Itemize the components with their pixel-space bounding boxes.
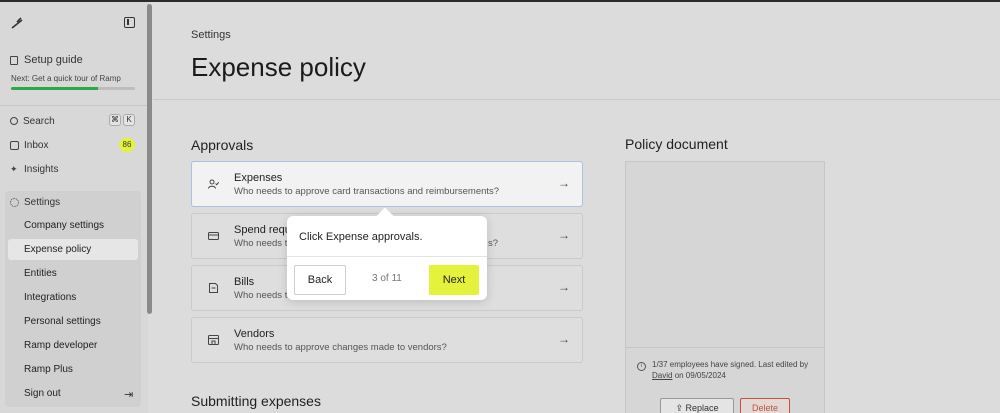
sidebar-item-label: Settings (24, 196, 61, 208)
sidebar-item-label: Inbox (24, 139, 49, 151)
back-button[interactable]: Back (294, 265, 346, 295)
tour-popover: Click Expense approvals. Back 3 of 11 Ne… (287, 207, 487, 300)
gear-icon (10, 197, 19, 207)
policy-signature-info: 1/37 employees have signed. Last edited … (652, 359, 820, 381)
setup-next-step: Next: Get a quick tour of Ramp (11, 74, 121, 83)
sidebar-item-entities[interactable]: Entities (24, 264, 57, 284)
ramp-logo-icon[interactable] (10, 16, 24, 30)
policy-info-panel: i 1/37 employees have signed. Last edite… (625, 348, 825, 413)
credit-card-icon (208, 232, 219, 240)
sidebar-item-label: Search (23, 115, 55, 127)
setup-progress-bar (11, 87, 135, 90)
delete-button[interactable]: Delete (740, 398, 790, 413)
shortcut-cmd-key: ⌘ (109, 114, 121, 126)
sidebar-item-settings[interactable]: Settings (10, 194, 60, 210)
sign-out-icon[interactable]: ⇥ (124, 388, 133, 401)
arrow-right-icon: → (558, 176, 570, 190)
card-title: Spend requ (234, 224, 291, 236)
upload-icon: ⇪ (675, 403, 683, 413)
step-counter: 3 of 11 (372, 273, 402, 284)
expenses-approval-card[interactable]: Expenses Who needs to approve card trans… (191, 161, 583, 207)
sidebar-scrollbar[interactable] (147, 4, 152, 314)
bill-icon (209, 283, 218, 293)
sidebar-item-sign-out[interactable]: Sign out (24, 384, 61, 404)
card-description: Who needs to (234, 290, 293, 301)
replace-button[interactable]: ⇪ Replace (660, 398, 734, 413)
sidebar-divider (0, 105, 148, 106)
policy-document-preview[interactable] (625, 161, 825, 348)
sidebar-item-ramp-plus[interactable]: Ramp Plus (24, 360, 73, 380)
approvals-section-title: Approvals (191, 137, 254, 153)
arrow-right-icon: → (558, 280, 570, 294)
sidebar-item-expense-policy[interactable]: Expense policy (24, 240, 91, 260)
policy-document-title: Policy document (625, 136, 728, 152)
sidebar-item-label: Insights (24, 163, 59, 175)
sidebar-item-personal-settings[interactable]: Personal settings (24, 312, 101, 332)
sidebar-item-integrations[interactable]: Integrations (24, 288, 76, 308)
sidebar-item-insights[interactable]: ✦ Insights (10, 161, 58, 177)
arrow-right-icon: → (558, 332, 570, 346)
signature-status-text: 1/37 employees have signed. Last edited … (652, 360, 809, 369)
card-title: Bills (234, 276, 255, 288)
card-description-tail: s? (488, 238, 499, 249)
vendors-approval-card[interactable]: Vendors Who needs to approve changes mad… (191, 317, 583, 363)
inbox-count-badge: 86 (119, 138, 135, 152)
popover-divider (287, 256, 487, 257)
card-title: Expenses (234, 172, 283, 184)
inbox-icon (10, 140, 19, 150)
card-description: Who needs to (234, 238, 293, 249)
collapse-sidebar-icon[interactable] (124, 17, 135, 28)
search-icon (10, 117, 18, 125)
setup-progress-fill (11, 87, 98, 90)
popover-instruction: Click Expense approvals. (299, 231, 423, 243)
user-check-icon (208, 179, 219, 189)
breadcrumb[interactable]: Settings (191, 29, 231, 41)
arrow-right-icon: → (558, 228, 570, 242)
edit-date: on 09/05/2024 (674, 371, 726, 380)
next-button[interactable]: Next (429, 265, 479, 295)
storefront-icon (208, 335, 219, 345)
clipboard-icon (10, 55, 18, 65)
card-description: Who needs to approve card transactions a… (234, 186, 500, 197)
submitting-section-title: Submitting expenses (191, 393, 321, 409)
card-description: Who needs to approve changes made to ven… (234, 342, 447, 353)
sidebar-item-inbox[interactable]: Inbox (10, 137, 48, 153)
sidebar-item-ramp-developer[interactable]: Ramp developer (24, 336, 97, 356)
card-title: Vendors (234, 328, 275, 340)
sidebar-item-search[interactable]: Search (10, 113, 55, 129)
editor-link[interactable]: David (652, 371, 672, 380)
sparkle-icon: ✦ (10, 163, 18, 174)
page-title: Expense policy (191, 52, 366, 82)
main-content: Settings Expense policy Approvals Expens… (153, 2, 1000, 413)
setup-guide-link[interactable]: Setup guide (10, 54, 83, 66)
header-divider (153, 99, 1000, 100)
setup-guide-label: Setup guide (24, 54, 83, 66)
shortcut-k-key: K (123, 114, 135, 126)
sidebar-item-company-settings[interactable]: Company settings (24, 216, 104, 236)
info-icon: i (637, 362, 646, 371)
replace-label: Replace (685, 403, 719, 413)
